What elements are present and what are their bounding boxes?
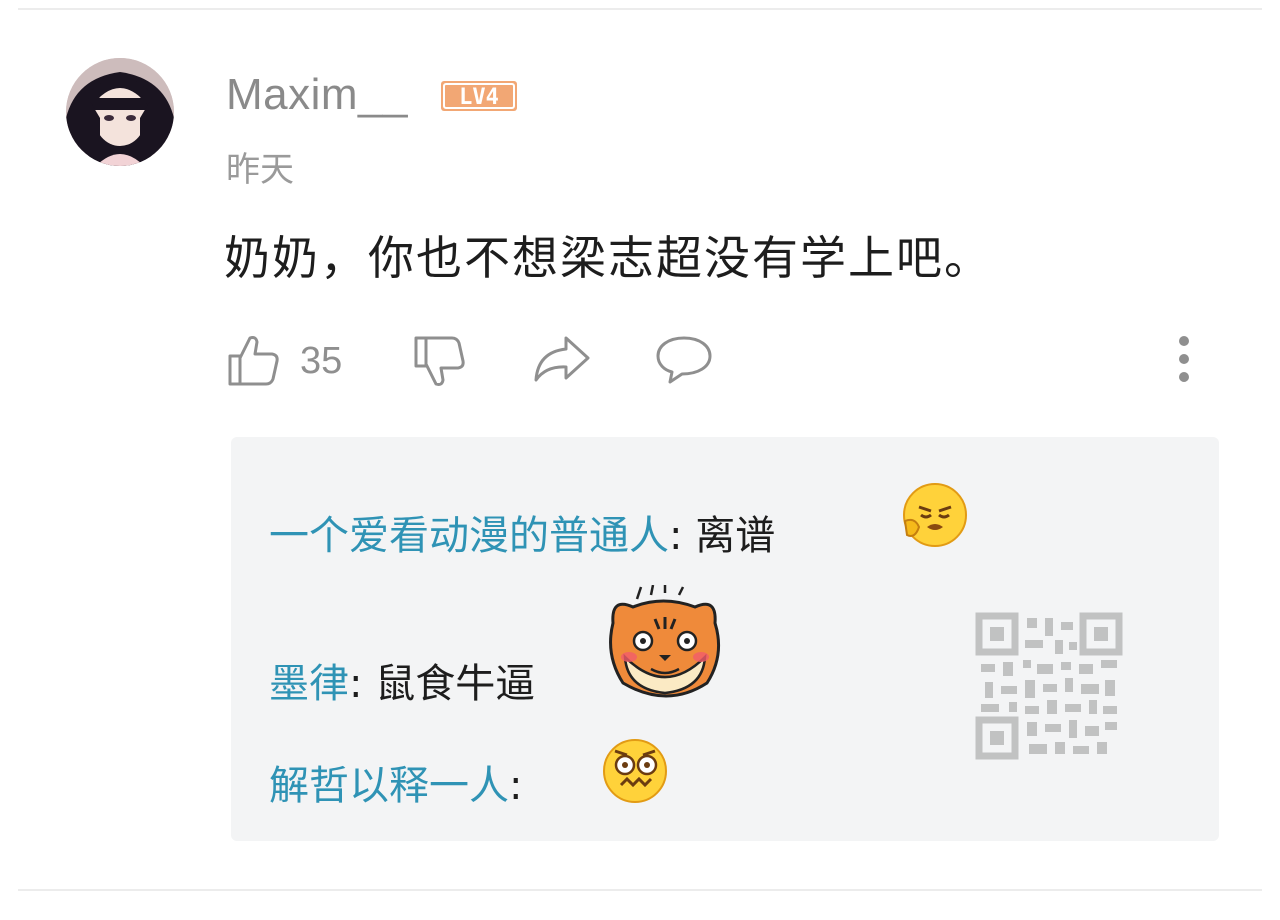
username[interactable]: Maxim__: [226, 70, 408, 120]
reply-author[interactable]: 一个爱看动漫的普通人: [269, 513, 669, 559]
share-button[interactable]: [532, 334, 592, 386]
avatar-image: [66, 58, 174, 166]
level-badge-text: LV4: [459, 85, 499, 110]
tiger-sticker: [603, 584, 727, 713]
shocked-emoji: [601, 737, 669, 809]
reply-author[interactable]: 墨律: [269, 661, 349, 707]
reply-text: 鼠食牛逼: [375, 661, 536, 707]
reply-text: 离谱: [695, 513, 776, 559]
replies-panel[interactable]: 一个爱看动漫的普通人: 离谱 墨律: 鼠食牛逼 解哲以释一人:: [231, 437, 1219, 841]
like-count: 35: [300, 340, 343, 382]
share-icon: [534, 336, 590, 382]
thumbs-up-icon: [228, 336, 279, 386]
top-divider: [18, 8, 1262, 10]
more-button[interactable]: [1172, 334, 1196, 384]
more-vertical-icon: [1179, 336, 1189, 382]
reply-colon: :: [669, 513, 696, 559]
reply-item[interactable]: 解哲以释一人:: [269, 753, 522, 811]
reply-button[interactable]: [654, 334, 714, 386]
thumbs-down-icon: [414, 336, 465, 386]
level-badge: LV4: [440, 80, 518, 112]
comment-icon: [656, 336, 712, 384]
frustrated-emoji: [901, 481, 969, 553]
reply-item[interactable]: 墨律: 鼠食牛逼: [269, 651, 535, 709]
like-button[interactable]: [226, 332, 282, 388]
reply-colon: :: [349, 661, 376, 707]
qr-code-watermark: [975, 612, 1123, 760]
bottom-divider: [18, 889, 1262, 891]
dislike-button[interactable]: [412, 334, 468, 390]
reply-author[interactable]: 解哲以释一人: [269, 763, 509, 809]
reply-colon: :: [509, 763, 523, 809]
comment-text: 奶奶，你也不想梁志超没有学上吧。: [224, 231, 992, 285]
reply-item[interactable]: 一个爱看动漫的普通人: 离谱: [269, 503, 775, 561]
user-avatar[interactable]: [66, 58, 174, 166]
comment-time: 昨天: [226, 150, 294, 190]
